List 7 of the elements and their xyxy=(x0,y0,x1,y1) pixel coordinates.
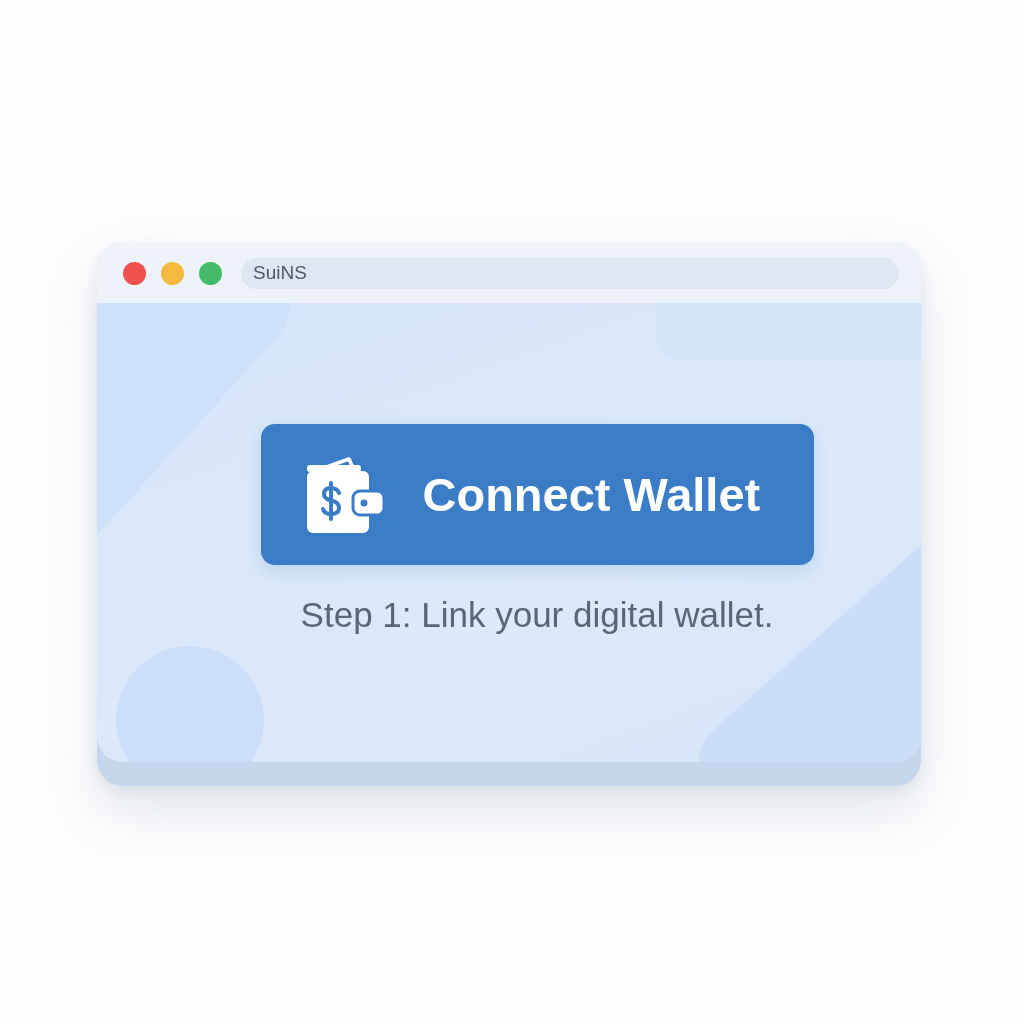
window-control-icon[interactable] xyxy=(161,261,184,285)
address-bar[interactable]: SuiNS xyxy=(241,257,899,289)
step-caption: Step 1: Link your digital wallet. xyxy=(300,595,774,635)
window-control-icon[interactable] xyxy=(123,261,146,285)
wallet-icon xyxy=(306,456,385,533)
connect-wallet-button[interactable]: Connect Wallet xyxy=(260,424,814,565)
window-control-icon[interactable] xyxy=(199,261,222,285)
